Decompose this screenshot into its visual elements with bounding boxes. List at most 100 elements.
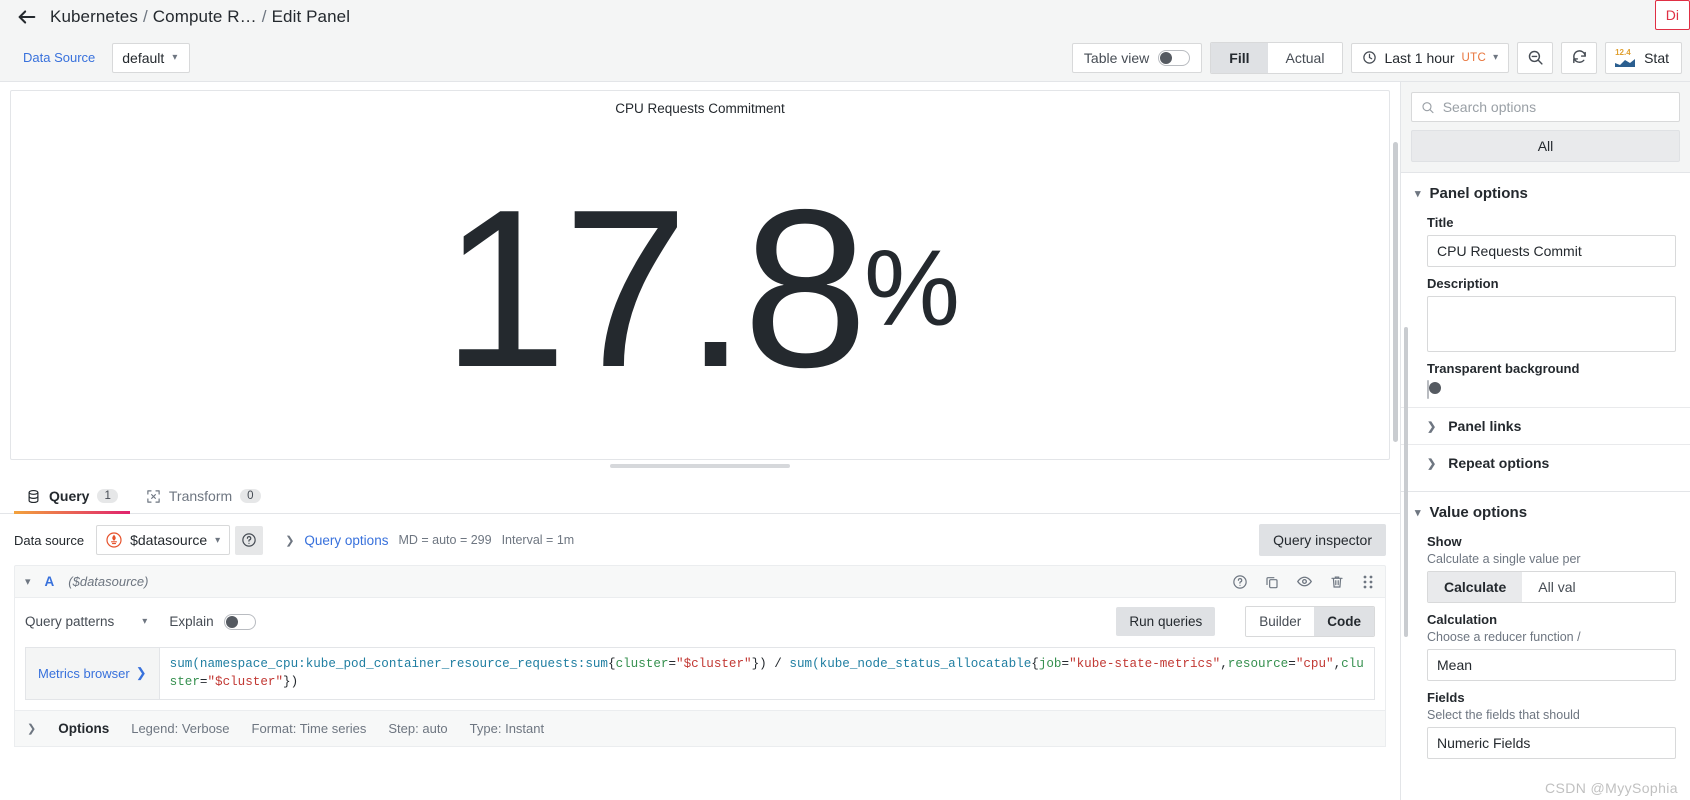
promql-token: resource: [1227, 657, 1289, 671]
options-sidebar-scrollbar[interactable]: [1404, 327, 1408, 637]
fill-actual-segmented: Fill Actual: [1210, 41, 1344, 74]
copy-icon[interactable]: [1264, 574, 1280, 590]
breadcrumb-folder[interactable]: Compute R…: [153, 7, 257, 27]
database-icon: [28, 489, 39, 503]
field-calculation: Calculation Choose a reducer function / …: [1401, 603, 1690, 681]
prometheus-icon: [106, 532, 122, 548]
show-mode-segmented: Calculate All val: [1427, 571, 1676, 603]
section-value-options-header[interactable]: ▾ Value options: [1415, 504, 1676, 521]
options-search-wrap: [1401, 82, 1690, 122]
drag-handle-icon[interactable]: [1361, 574, 1375, 590]
tab-transform[interactable]: Transform 0: [134, 478, 273, 513]
options-filter-tabs: All: [1401, 122, 1690, 172]
explain-switch[interactable]: [223, 613, 256, 630]
code-mode-button[interactable]: Code: [1314, 607, 1374, 636]
promql-token: =: [1061, 657, 1070, 671]
promql-token: {: [1031, 657, 1039, 671]
zoom-out-button[interactable]: [1517, 41, 1554, 74]
breadcrumb-dashboard[interactable]: Kubernetes: [50, 7, 138, 27]
chevron-down-icon[interactable]: ▾: [25, 575, 31, 588]
bottom-pane-tabs: Query 1 Transform 0: [0, 474, 1400, 514]
eye-icon[interactable]: [1296, 573, 1313, 590]
promql-token: {: [608, 657, 616, 671]
search-input[interactable]: [1442, 99, 1670, 115]
actual-button[interactable]: Actual: [1267, 42, 1343, 73]
promql-token: job: [1038, 657, 1062, 671]
fill-button[interactable]: Fill: [1211, 42, 1268, 73]
arrow-left-icon[interactable]: [14, 4, 40, 30]
chevron-down-icon: ▾: [215, 534, 221, 546]
tab-query[interactable]: Query 1: [14, 478, 130, 514]
query-options-toggle[interactable]: ❯ Query options MD = auto = 299 Interval…: [285, 533, 574, 548]
time-range-picker[interactable]: Last 1 hour UTC ▾: [1351, 42, 1510, 73]
chevron-right-icon: ❯: [135, 665, 147, 681]
field-show-label: Show: [1427, 534, 1462, 549]
visualization-picker[interactable]: 12.4 Stat: [1605, 41, 1682, 74]
promql-token: sum(namespace_cpu:kube_pod_container_res…: [169, 657, 608, 671]
field-description-label: Description: [1427, 276, 1499, 291]
table-view-switch[interactable]: [1158, 49, 1191, 66]
pane-resize-handle[interactable]: [610, 464, 790, 468]
query-options-bar-title[interactable]: Options: [58, 721, 109, 736]
metrics-browser-button[interactable]: Metrics browser ❯: [25, 647, 159, 700]
options-scroll-area[interactable]: ▾ Panel options Title CPU Requests Commi…: [1401, 172, 1690, 800]
field-show-desc: Calculate a single value per: [1427, 552, 1581, 566]
query-inspector-button[interactable]: Query inspector: [1259, 524, 1386, 556]
chevron-down-icon: ▾: [142, 616, 148, 627]
transform-icon: [147, 489, 160, 503]
help-circle-icon[interactable]: [1232, 574, 1248, 590]
edit-panel-toolbar: Data Source default ▾ Table view Fill Ac…: [0, 34, 1690, 82]
transparent-background-switch[interactable]: [1427, 380, 1429, 399]
run-queries-button[interactable]: Run queries: [1116, 607, 1216, 636]
chevron-right-icon[interactable]: ❯: [27, 722, 36, 735]
repeat-options-row[interactable]: ❯ Repeat options: [1401, 444, 1690, 481]
chevron-down-icon: ▾: [1493, 52, 1499, 63]
trash-icon[interactable]: [1329, 574, 1345, 590]
refresh-icon: [1572, 50, 1586, 64]
discard-button[interactable]: Di: [1654, 0, 1690, 30]
chevron-right-icon: ❯: [1427, 457, 1437, 470]
breadcrumb: Kubernetes / Compute R… / Edit Panel: [50, 7, 350, 27]
datasource-row: Data source $datasource ▾ ❯ Query option…: [14, 514, 1386, 565]
title-input[interactable]: CPU Requests Commit: [1427, 235, 1676, 267]
tab-query-label: Query: [49, 488, 90, 504]
field-show: Show Calculate a single value per Calcul…: [1401, 525, 1690, 603]
table-view-toggle[interactable]: Table view: [1071, 42, 1203, 73]
metrics-browser-label: Metrics browser: [38, 665, 130, 681]
show-all-values-button[interactable]: All val: [1522, 572, 1592, 602]
query-row-datasource: ($datasource): [68, 574, 149, 589]
explain-toggle[interactable]: Explain: [169, 613, 256, 630]
promql-token: }): [283, 675, 299, 690]
refresh-button[interactable]: [1561, 41, 1598, 74]
promql-expression-input[interactable]: sum(namespace_cpu:kube_pod_container_res…: [158, 647, 1375, 700]
tab-transform-label: Transform: [168, 488, 233, 504]
description-textarea[interactable]: [1427, 296, 1676, 352]
fields-select[interactable]: Numeric Fields: [1427, 727, 1676, 759]
datasource-variable-label[interactable]: Data Source: [14, 43, 104, 72]
stat-panel: CPU Requests Commitment 17.8%: [10, 90, 1390, 460]
visualization-preview-pane: CPU Requests Commitment 17.8%: [0, 82, 1400, 474]
query-options-md: MD = auto = 299: [398, 533, 492, 547]
options-tab-all[interactable]: All: [1411, 130, 1680, 162]
query-ref-id[interactable]: A: [45, 574, 55, 589]
datasource-variable-select[interactable]: default ▾: [112, 42, 191, 73]
section-panel-options-header[interactable]: ▾ Panel options: [1415, 185, 1676, 202]
panel-title: CPU Requests Commitment: [615, 101, 785, 116]
query-patterns-dropdown[interactable]: Query patterns ▾: [25, 614, 147, 629]
viz-pane-scrollbar[interactable]: [1393, 142, 1398, 442]
builder-mode-button[interactable]: Builder: [1246, 607, 1315, 636]
panel-links-row[interactable]: ❯ Panel links: [1401, 407, 1690, 444]
datasource-help-button[interactable]: [235, 525, 264, 555]
calculation-select[interactable]: Mean: [1427, 649, 1676, 681]
chevron-right-icon: ❯: [285, 534, 295, 547]
promql-token: ,: [1220, 657, 1228, 671]
section-value-options: ▾ Value options: [1401, 492, 1690, 525]
query-datasource-picker[interactable]: $datasource ▾: [96, 525, 231, 555]
option-type: Type: Instant: [469, 720, 545, 736]
help-circle-icon: [242, 533, 256, 547]
options-search[interactable]: [1411, 92, 1680, 122]
visualization-type-label: Stat: [1644, 49, 1669, 66]
show-calculate-button[interactable]: Calculate: [1428, 572, 1523, 602]
query-options-label[interactable]: Query options: [304, 533, 388, 548]
stat-unit: %: [863, 227, 960, 348]
